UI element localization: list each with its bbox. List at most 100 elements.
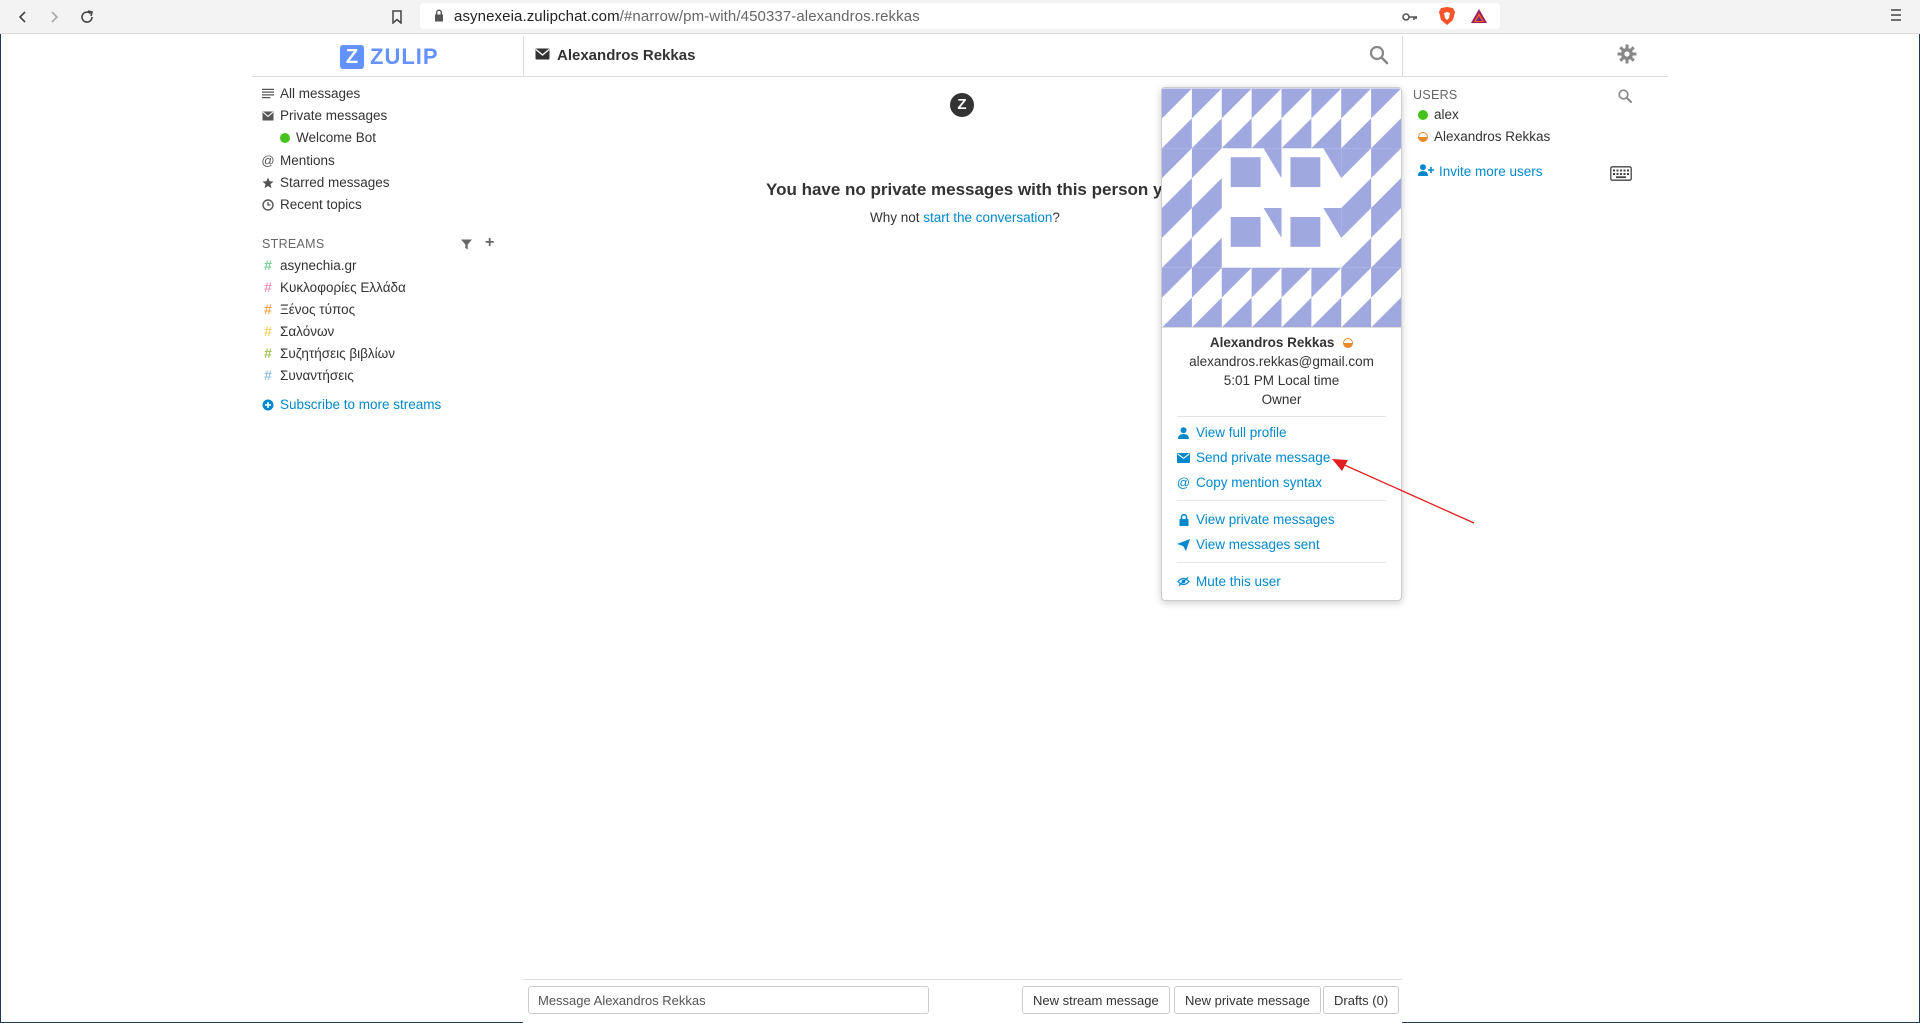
identicon-shape	[1311, 118, 1342, 149]
identicon-shape	[1263, 208, 1282, 238]
gear-icon[interactable]	[1617, 44, 1637, 69]
user-name: alex	[1434, 107, 1459, 122]
compose-message-input[interactable]: Message Alexandros Rekkas	[528, 986, 929, 1014]
brave-rewards-icon[interactable]	[1470, 8, 1488, 29]
stream-name: Συναντήσεις	[280, 367, 354, 383]
view-full-profile-link[interactable]: View full profile	[1177, 425, 1287, 440]
avatar	[1162, 88, 1401, 328]
send-private-message-link[interactable]: Send private message	[1177, 450, 1330, 465]
invite-more-users-link[interactable]: Invite more users	[1418, 164, 1543, 179]
identicon-shape	[1162, 88, 1192, 119]
sidebar-item-welcome-bot[interactable]: Welcome Bot	[280, 130, 376, 145]
empty-suffix: ?	[1052, 210, 1060, 225]
at-icon: @	[261, 153, 275, 168]
zulip-logo[interactable]: Z ZULIP	[340, 44, 439, 70]
drafts-button[interactable]: Drafts (0)	[1323, 986, 1400, 1014]
sidebar-item-label: Recent topics	[280, 197, 362, 212]
empty-state-subtitle: Why not start the conversation?	[870, 210, 1060, 225]
identicon-shape	[1371, 148, 1401, 179]
identicon-shape	[1371, 267, 1401, 298]
identicon-shape	[1282, 297, 1312, 327]
stream-item[interactable]: # Σαλόνων	[262, 323, 334, 339]
logo-text: ZULIP	[370, 44, 439, 69]
sidebar-item-mentions[interactable]: @ Mentions	[261, 153, 334, 168]
identicon-shape	[1162, 118, 1192, 149]
popover-role: Owner	[1261, 392, 1302, 407]
identicon-shape	[1311, 267, 1342, 298]
new-private-message-button[interactable]: New private message	[1174, 986, 1321, 1014]
stream-name: Ξένος τύπος	[280, 301, 356, 317]
stream-item[interactable]: # asynechia.gr	[262, 257, 356, 273]
identicon-shape	[1251, 267, 1282, 298]
identicon-shape	[1341, 208, 1372, 238]
sidebar-item-all-messages[interactable]: All messages	[262, 86, 360, 101]
online-status-icon	[280, 132, 290, 143]
identicon	[1162, 88, 1401, 327]
active-status-icon	[1418, 109, 1428, 120]
bookmark-icon[interactable]	[385, 5, 409, 29]
search-icon[interactable]	[1369, 45, 1389, 70]
stream-item[interactable]: # Ξένος τύπος	[262, 301, 355, 317]
start-conversation-link[interactable]: start the conversation	[923, 210, 1052, 225]
stream-hash-icon: #	[264, 279, 272, 295]
identicon-shape	[1281, 88, 1312, 119]
filter-icon[interactable]	[461, 238, 472, 253]
identicon-shape	[1191, 208, 1222, 238]
reload-icon[interactable]	[75, 5, 99, 29]
url-path: /#narrow/pm-with/450337-alexandros.rekka…	[619, 8, 920, 25]
sidebar-item-label: All messages	[280, 86, 361, 101]
identicon-shape	[1162, 297, 1192, 327]
identicon-shape	[1162, 237, 1192, 268]
key-icon[interactable]	[1402, 10, 1418, 28]
sidebar-item-recent-topics[interactable]: Recent topics	[262, 197, 362, 212]
brave-shield-icon[interactable]	[1438, 6, 1456, 31]
user-list-item[interactable]: Alexandros Rekkas	[1418, 129, 1550, 144]
sidebar-item-starred[interactable]: Starred messages	[262, 175, 390, 190]
identicon-shape	[1311, 88, 1342, 119]
identicon-shape	[1341, 297, 1372, 327]
copy-mention-syntax-link[interactable]: @ Copy mention syntax	[1177, 475, 1322, 490]
identicon-shape	[1221, 118, 1252, 149]
stream-item[interactable]: # Κυκλοφορίες Ελλάδα	[262, 279, 406, 295]
menu-icon[interactable]	[1890, 8, 1902, 27]
idle-status-icon	[1418, 131, 1428, 142]
popover-name-text: Alexandros Rekkas	[1209, 335, 1335, 350]
mute-user-link[interactable]: Mute this user	[1177, 574, 1281, 589]
sidebar-item-private-messages[interactable]: Private messages	[262, 108, 387, 123]
forward-icon[interactable]	[42, 5, 66, 29]
action-label: View full profile	[1196, 425, 1287, 440]
subscribe-more-streams-link[interactable]: Subscribe to more streams	[262, 397, 441, 412]
stream-item[interactable]: # Συζητήσεις βιβλίων	[262, 345, 395, 361]
identicon-shape	[1252, 297, 1282, 327]
action-label: View messages sent	[1196, 537, 1320, 552]
stream-name: Σαλόνων	[280, 323, 335, 339]
empty-state-title: You have no private messages with this p…	[766, 180, 1184, 199]
new-stream-message-button[interactable]: New stream message	[1022, 986, 1170, 1014]
stream-item[interactable]: # Συναντήσεις	[262, 367, 354, 383]
identicon-shape	[1311, 297, 1342, 327]
popover-divider	[1177, 562, 1386, 563]
popover-divider	[1177, 416, 1386, 417]
keyboard-icon[interactable]	[1610, 166, 1632, 186]
stream-hash-icon: #	[264, 301, 272, 317]
back-icon[interactable]	[11, 5, 35, 29]
identicon-shape	[1191, 178, 1222, 208]
identicon-shape	[1341, 237, 1372, 268]
sidebar-item-label: Starred messages	[280, 175, 390, 190]
compose-bar: Message Alexandros Rekkas New stream mes…	[523, 979, 1402, 1023]
identicon-shape	[1281, 267, 1312, 298]
add-stream-icon[interactable]: +	[485, 234, 494, 252]
identicon-shape	[1371, 178, 1401, 208]
user-list-item[interactable]: alex	[1418, 107, 1459, 122]
header-divider	[523, 36, 524, 77]
identicon-shape	[1263, 148, 1282, 179]
action-label: View private messages	[1196, 512, 1335, 527]
address-bar[interactable]: asynexeia.zulipchat.com/#narrow/pm-with/…	[420, 3, 1500, 29]
view-messages-sent-link[interactable]: View messages sent	[1177, 537, 1320, 552]
user-search-icon[interactable]	[1618, 89, 1632, 108]
subscribe-link-label: Subscribe to more streams	[280, 397, 442, 412]
narrow-title-text: Alexandros Rekkas	[557, 47, 696, 64]
view-private-messages-link[interactable]: View private messages	[1177, 512, 1335, 527]
stream-hash-icon: #	[264, 367, 272, 383]
identicon-shape	[1162, 267, 1192, 298]
